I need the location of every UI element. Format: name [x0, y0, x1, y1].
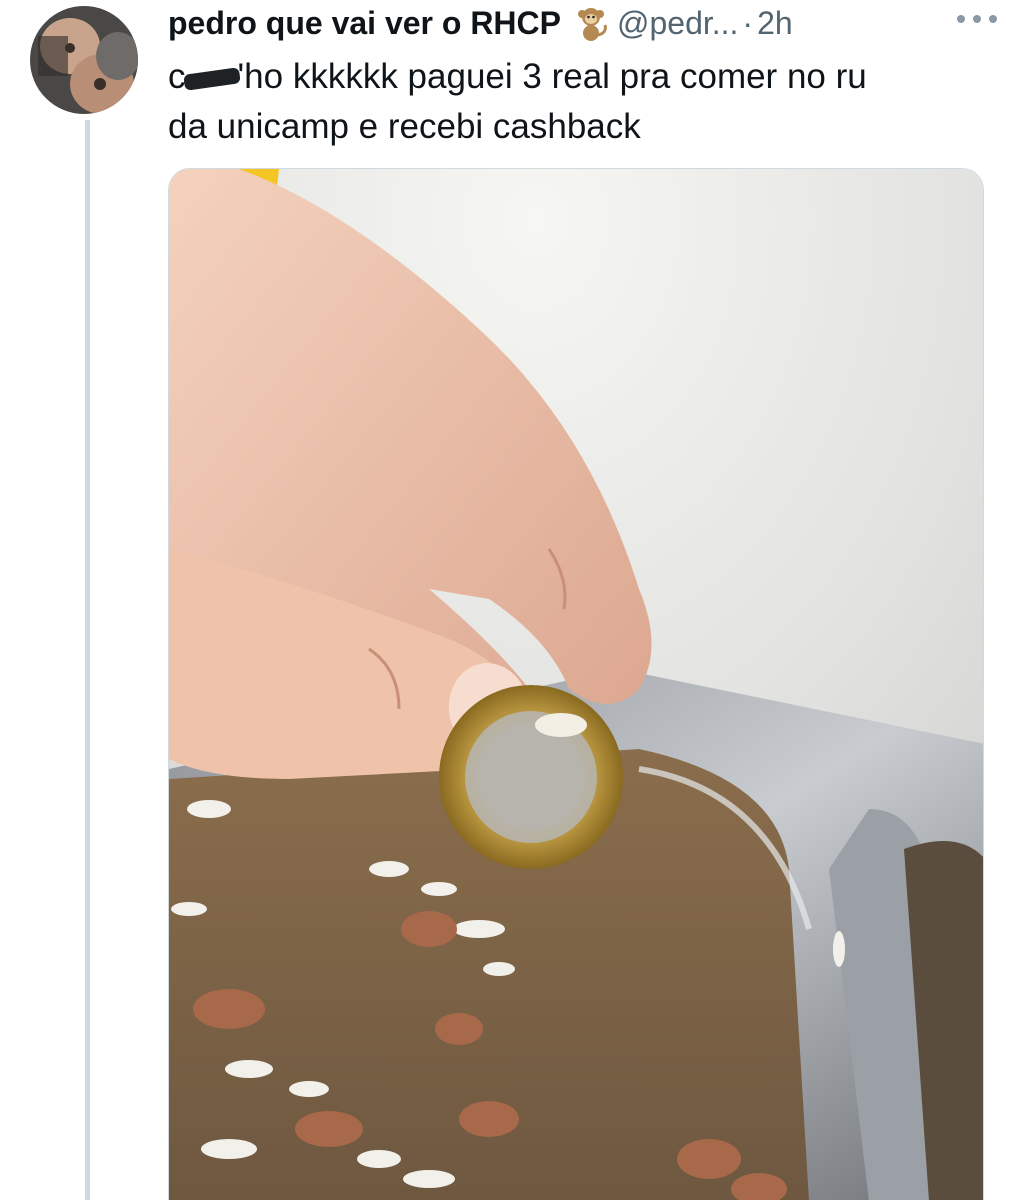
monkey-emoji-icon [571, 3, 611, 43]
display-name[interactable]: pedro que vai ver o RHCP [168, 5, 561, 42]
more-options-icon[interactable] [957, 4, 997, 34]
thread-line [85, 120, 90, 1200]
user-handle[interactable]: @pedr... [617, 5, 738, 42]
tweet-text: c 'ho kkkkkk paguei 3 real pra comer no r… [168, 52, 988, 152]
tweet-text-start: c [168, 57, 186, 96]
separator-dot: · [742, 4, 754, 41]
tweet-text-line2: da unicamp e recebi cashback [168, 107, 641, 146]
tweet: pedro que vai ver o RHCP @pedr... · 2h c… [0, 0, 1015, 1200]
avatar[interactable] [30, 6, 138, 114]
tweet-header: pedro que vai ver o RHCP @pedr... · 2h [168, 0, 988, 46]
tweet-text-rest: 'ho kkkkkk paguei 3 real pra comer no ru [237, 57, 867, 96]
tweet-photo[interactable] [168, 168, 984, 1200]
censor-mark [182, 66, 241, 91]
timestamp[interactable]: 2h [757, 5, 793, 42]
